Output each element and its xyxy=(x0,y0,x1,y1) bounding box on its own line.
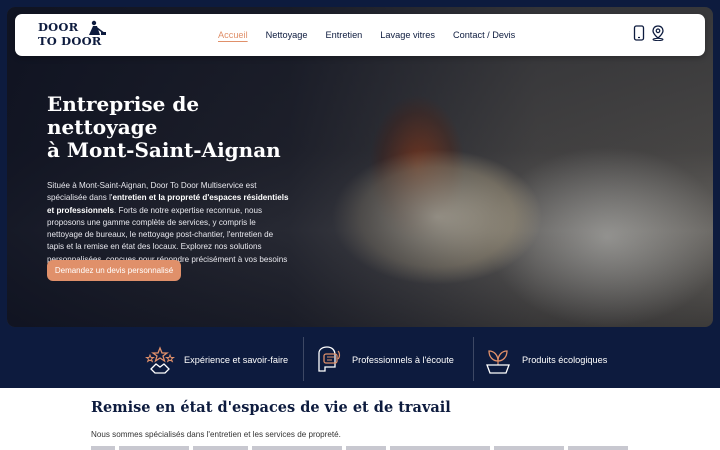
feature-experience: Expérience et savoir-faire xyxy=(145,337,288,383)
cleaner-figure-icon xyxy=(89,20,106,35)
listening-chat-icon xyxy=(318,346,341,372)
section-title: Remise en état d'espaces de vie et de tr… xyxy=(91,399,451,416)
navbar: DOOR TO DOOR Accueil Nettoyage Entretien… xyxy=(15,14,705,56)
feature-label-listening: Professionnels à l'écoute xyxy=(352,355,454,365)
content-section: Remise en état d'espaces de vie et de tr… xyxy=(0,388,720,450)
nav-item-entretien[interactable]: Entretien xyxy=(317,30,372,40)
hero-title-line-1: Entreprise de nettoyage xyxy=(47,92,200,139)
request-quote-button[interactable]: Demandez un devis personnalisé xyxy=(47,260,181,281)
feature-label-experience: Expérience et savoir-faire xyxy=(184,355,289,365)
section-text: Nous sommes spécialisés dans l'entretien… xyxy=(91,430,341,439)
nav-item-contact-devis[interactable]: Contact / Devis xyxy=(444,30,524,40)
eco-leaf-icon xyxy=(486,350,510,374)
location-pin-icon[interactable] xyxy=(651,25,665,41)
nav-item-accueil[interactable]: Accueil xyxy=(209,30,257,40)
logo[interactable]: DOOR TO DOOR xyxy=(38,20,108,50)
logo-line-2: TO DOOR xyxy=(38,34,102,48)
nav-item-lavage-vitres[interactable]: Lavage vitres xyxy=(371,30,444,40)
feature-listening: Professionnels à l'écoute xyxy=(313,337,454,383)
section-text-continued xyxy=(91,446,628,450)
award-stars-icon xyxy=(145,346,175,374)
hero-title: Entreprise de nettoyage à Mont-Saint-Aig… xyxy=(47,93,292,162)
main-nav: Accueil Nettoyage Entretien Lavage vitre… xyxy=(209,14,524,56)
feature-eco: Produits écologiques xyxy=(483,337,607,383)
phone-icon[interactable] xyxy=(633,25,645,41)
nav-item-nettoyage[interactable]: Nettoyage xyxy=(257,30,317,40)
feature-divider xyxy=(303,337,304,381)
hero-content: Entreprise de nettoyage à Mont-Saint-Aig… xyxy=(47,93,292,278)
feature-label-eco: Produits écologiques xyxy=(522,355,608,365)
nav-icons xyxy=(633,25,665,41)
feature-divider xyxy=(473,337,474,381)
hero-title-line-2: à Mont-Saint-Aignan xyxy=(47,138,281,162)
